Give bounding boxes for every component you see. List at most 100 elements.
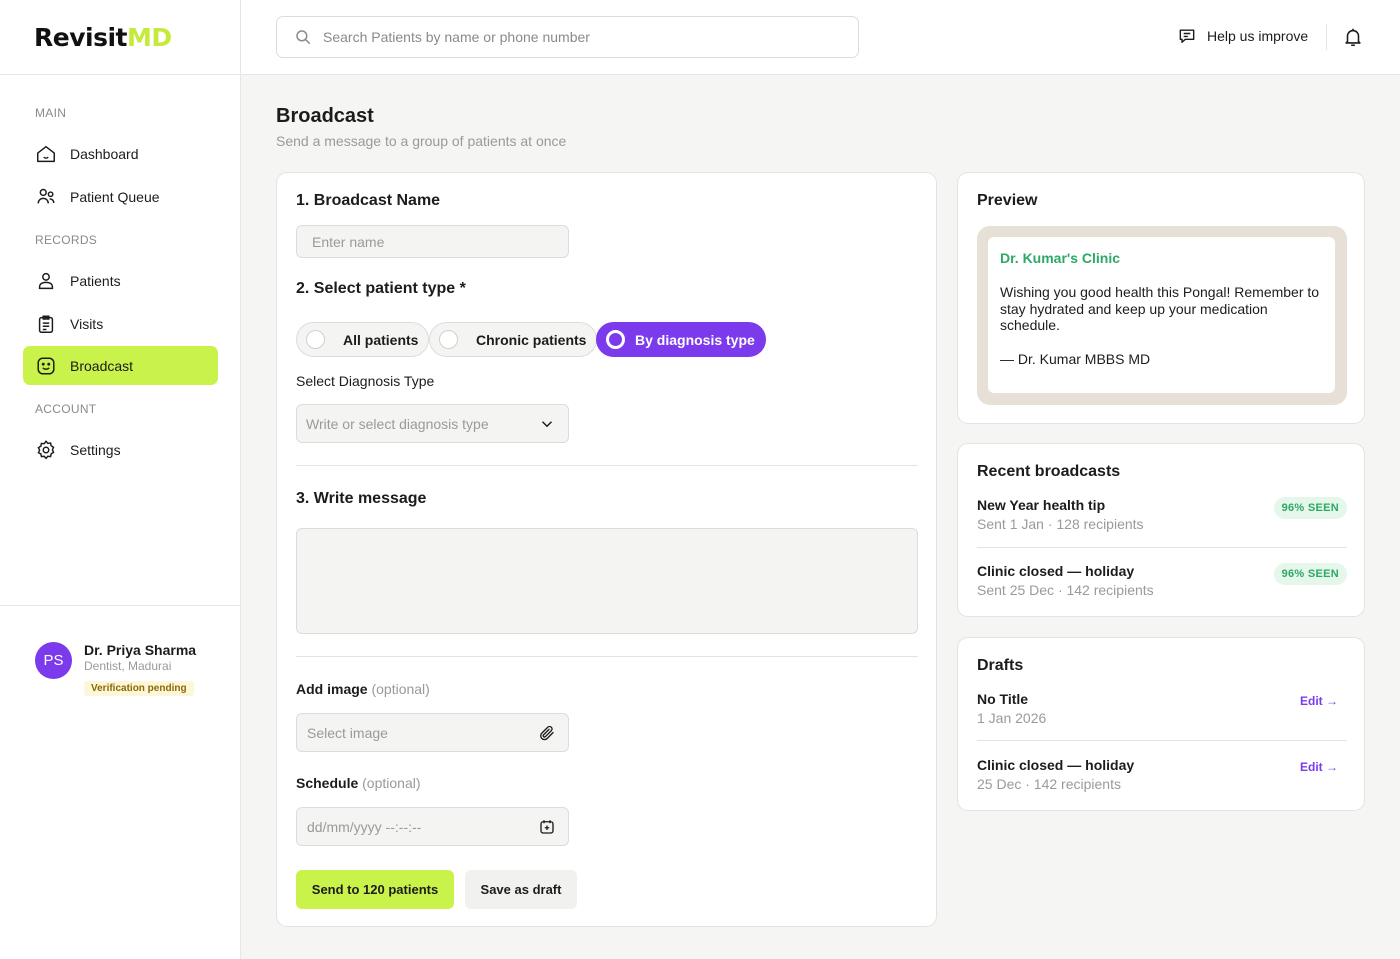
radio-chronic-patients[interactable]: Chronic patients [429, 322, 598, 357]
feedback-icon [1179, 29, 1195, 43]
logo-container: RevisitMD [0, 0, 240, 75]
preview-clinic-name: Dr. Kumar's Clinic [1000, 250, 1121, 266]
nav-section-account: ACCOUNT [35, 402, 97, 416]
radio-by-diagnosis[interactable]: By diagnosis type [596, 322, 766, 357]
avatar: PS [35, 642, 72, 679]
sidebar-item-label: Visits [70, 315, 104, 332]
draft-name: No Title [977, 691, 1029, 707]
image-placeholder: Select image [307, 724, 388, 741]
list-item: No Title 1 Jan 2026 Edit → [977, 691, 1347, 726]
users-icon [37, 188, 55, 203]
diagnosis-select[interactable]: Write or select diagnosis type [296, 404, 569, 443]
search-placeholder: Search Patients by name or phone number [323, 29, 590, 45]
section-divider [296, 656, 918, 657]
drafts-card: Drafts No Title 1 Jan 2026 Edit → Clinic… [957, 637, 1365, 811]
help-improve-button[interactable]: Help us improve [1177, 26, 1308, 46]
revisitmd-logo[interactable]: RevisitMD [34, 23, 172, 52]
help-label: Help us improve [1207, 28, 1309, 44]
draft-name: Clinic closed — holiday [977, 757, 1135, 773]
diagnosis-label: Select Diagnosis Type [296, 373, 435, 389]
broadcast-icon [37, 356, 55, 375]
schedule-datetime-input[interactable]: dd/mm/yyyy --:--:-- [296, 807, 569, 846]
search-input[interactable]: Search Patients by name or phone number [276, 16, 859, 58]
draft-meta: 1 Jan 2026 [977, 710, 1047, 726]
radio-label: By diagnosis type [635, 331, 755, 348]
sidebar-item-label: Broadcast [70, 357, 134, 374]
user-name: Dr. Priya Sharma [84, 642, 197, 658]
radio-circle [439, 330, 458, 349]
sidebar-item-dashboard[interactable]: Dashboard [23, 134, 218, 173]
radio-circle [306, 330, 325, 349]
optional-text: (optional) [371, 681, 430, 697]
diagnosis-placeholder: Write or select diagnosis type [306, 415, 489, 432]
add-image-label-text: Add image [296, 681, 368, 697]
sidebar-item-broadcast[interactable]: Broadcast [23, 346, 218, 385]
sidebar-item-patient-queue[interactable]: Patient Queue [23, 177, 218, 216]
message-textarea[interactable] [296, 528, 918, 634]
list-item[interactable]: New Year health tip Sent 1 Jan · 128 rec… [977, 497, 1347, 532]
list-item: Clinic closed — holiday 25 Dec · 142 rec… [977, 757, 1347, 792]
paperclip-icon [540, 725, 554, 740]
page-subtitle: Send a message to a group of patients at… [276, 133, 567, 149]
recent-broadcasts-card: Recent broadcasts New Year health tip Se… [957, 443, 1365, 617]
patient-type-heading: 2. Select patient type * [296, 280, 466, 297]
broadcast-name-heading: 1. Broadcast Name [296, 192, 441, 209]
edit-draft-link[interactable]: Edit → [1300, 694, 1338, 708]
clipboard-icon [38, 314, 54, 333]
logo-accent-text: MD [126, 22, 172, 52]
section-divider [296, 465, 918, 466]
row-divider [977, 547, 1347, 548]
nav-section-records: RECORDS [35, 233, 98, 247]
calendar-add-icon [540, 819, 554, 834]
draft-meta: 25 Dec · 142 recipients [977, 776, 1121, 792]
radio-all-patients[interactable]: All patients [296, 322, 430, 357]
bell-icon[interactable] [1342, 26, 1364, 48]
page-title: Broadcast [276, 105, 374, 127]
sidebar-item-label: Settings [70, 441, 121, 458]
topbar-divider [1326, 24, 1327, 50]
chevron-down-icon [541, 420, 553, 427]
nav-section-main: MAIN [35, 106, 67, 120]
save-draft-button[interactable]: Save as draft [465, 870, 577, 909]
drafts-title: Drafts [977, 657, 1024, 674]
sidebar-item-visits[interactable]: Visits [23, 304, 218, 343]
radio-circle-selected [606, 330, 625, 349]
sidebar-item-settings[interactable]: Settings [23, 430, 218, 469]
preview-title: Preview [977, 192, 1038, 209]
schedule-placeholder: dd/mm/yyyy --:--:-- [307, 818, 422, 835]
write-message-heading: 3. Write message [296, 490, 427, 507]
list-item[interactable]: Clinic closed — holiday Sent 25 Dec · 14… [977, 563, 1347, 598]
gear-icon [37, 439, 55, 459]
search-icon [296, 30, 311, 45]
send-broadcast-button[interactable]: Send to 120 patients [296, 870, 454, 909]
preview-card: Preview Dr. Kumar's Clinic Wishing you g… [957, 172, 1365, 424]
preview-message: Dr. Kumar's Clinic Wishing you good heal… [988, 237, 1335, 393]
seen-badge: 96% SEEN [1273, 563, 1347, 585]
recent-broadcasts-title: Recent broadcasts [977, 463, 1121, 480]
user-profile[interactable]: PS Dr. Priya Sharma Dentist, Madurai Ver… [0, 605, 240, 959]
edit-draft-link[interactable]: Edit → [1300, 760, 1338, 774]
optional-text: (optional) [362, 775, 421, 791]
sidebar-item-label: Patient Queue [70, 188, 160, 205]
verification-badge: Verification pending [84, 681, 194, 696]
preview-frame: Dr. Kumar's Clinic Wishing you good heal… [977, 226, 1347, 405]
add-image-label: Add image (optional) [296, 681, 430, 697]
sidebar-item-patients[interactable]: Patients [23, 261, 218, 300]
schedule-label: Schedule (optional) [296, 775, 421, 791]
seen-badge: 96% SEEN [1273, 497, 1347, 519]
user-role: Dentist, Madurai [84, 659, 172, 673]
sidebar-item-label: Dashboard [70, 145, 139, 162]
schedule-label-text: Schedule [296, 775, 359, 791]
sidebar: RevisitMD MAIN Dashboard Patient Queue R… [0, 0, 241, 959]
row-divider [977, 740, 1347, 741]
sidebar-item-label: Patients [70, 272, 121, 289]
name-placeholder: Enter name [312, 233, 385, 250]
topbar: Search Patients by name or phone number … [241, 0, 1400, 75]
image-select-input[interactable]: Select image [296, 713, 569, 752]
broadcast-name-input[interactable]: Enter name [296, 225, 569, 258]
logo-text: Revisit [34, 22, 127, 52]
radio-label: Chronic patients [476, 331, 587, 348]
radio-label: All patients [343, 331, 419, 348]
preview-body: Wishing you good health this Pongal! Rem… [1000, 284, 1320, 333]
user-icon [38, 272, 54, 289]
